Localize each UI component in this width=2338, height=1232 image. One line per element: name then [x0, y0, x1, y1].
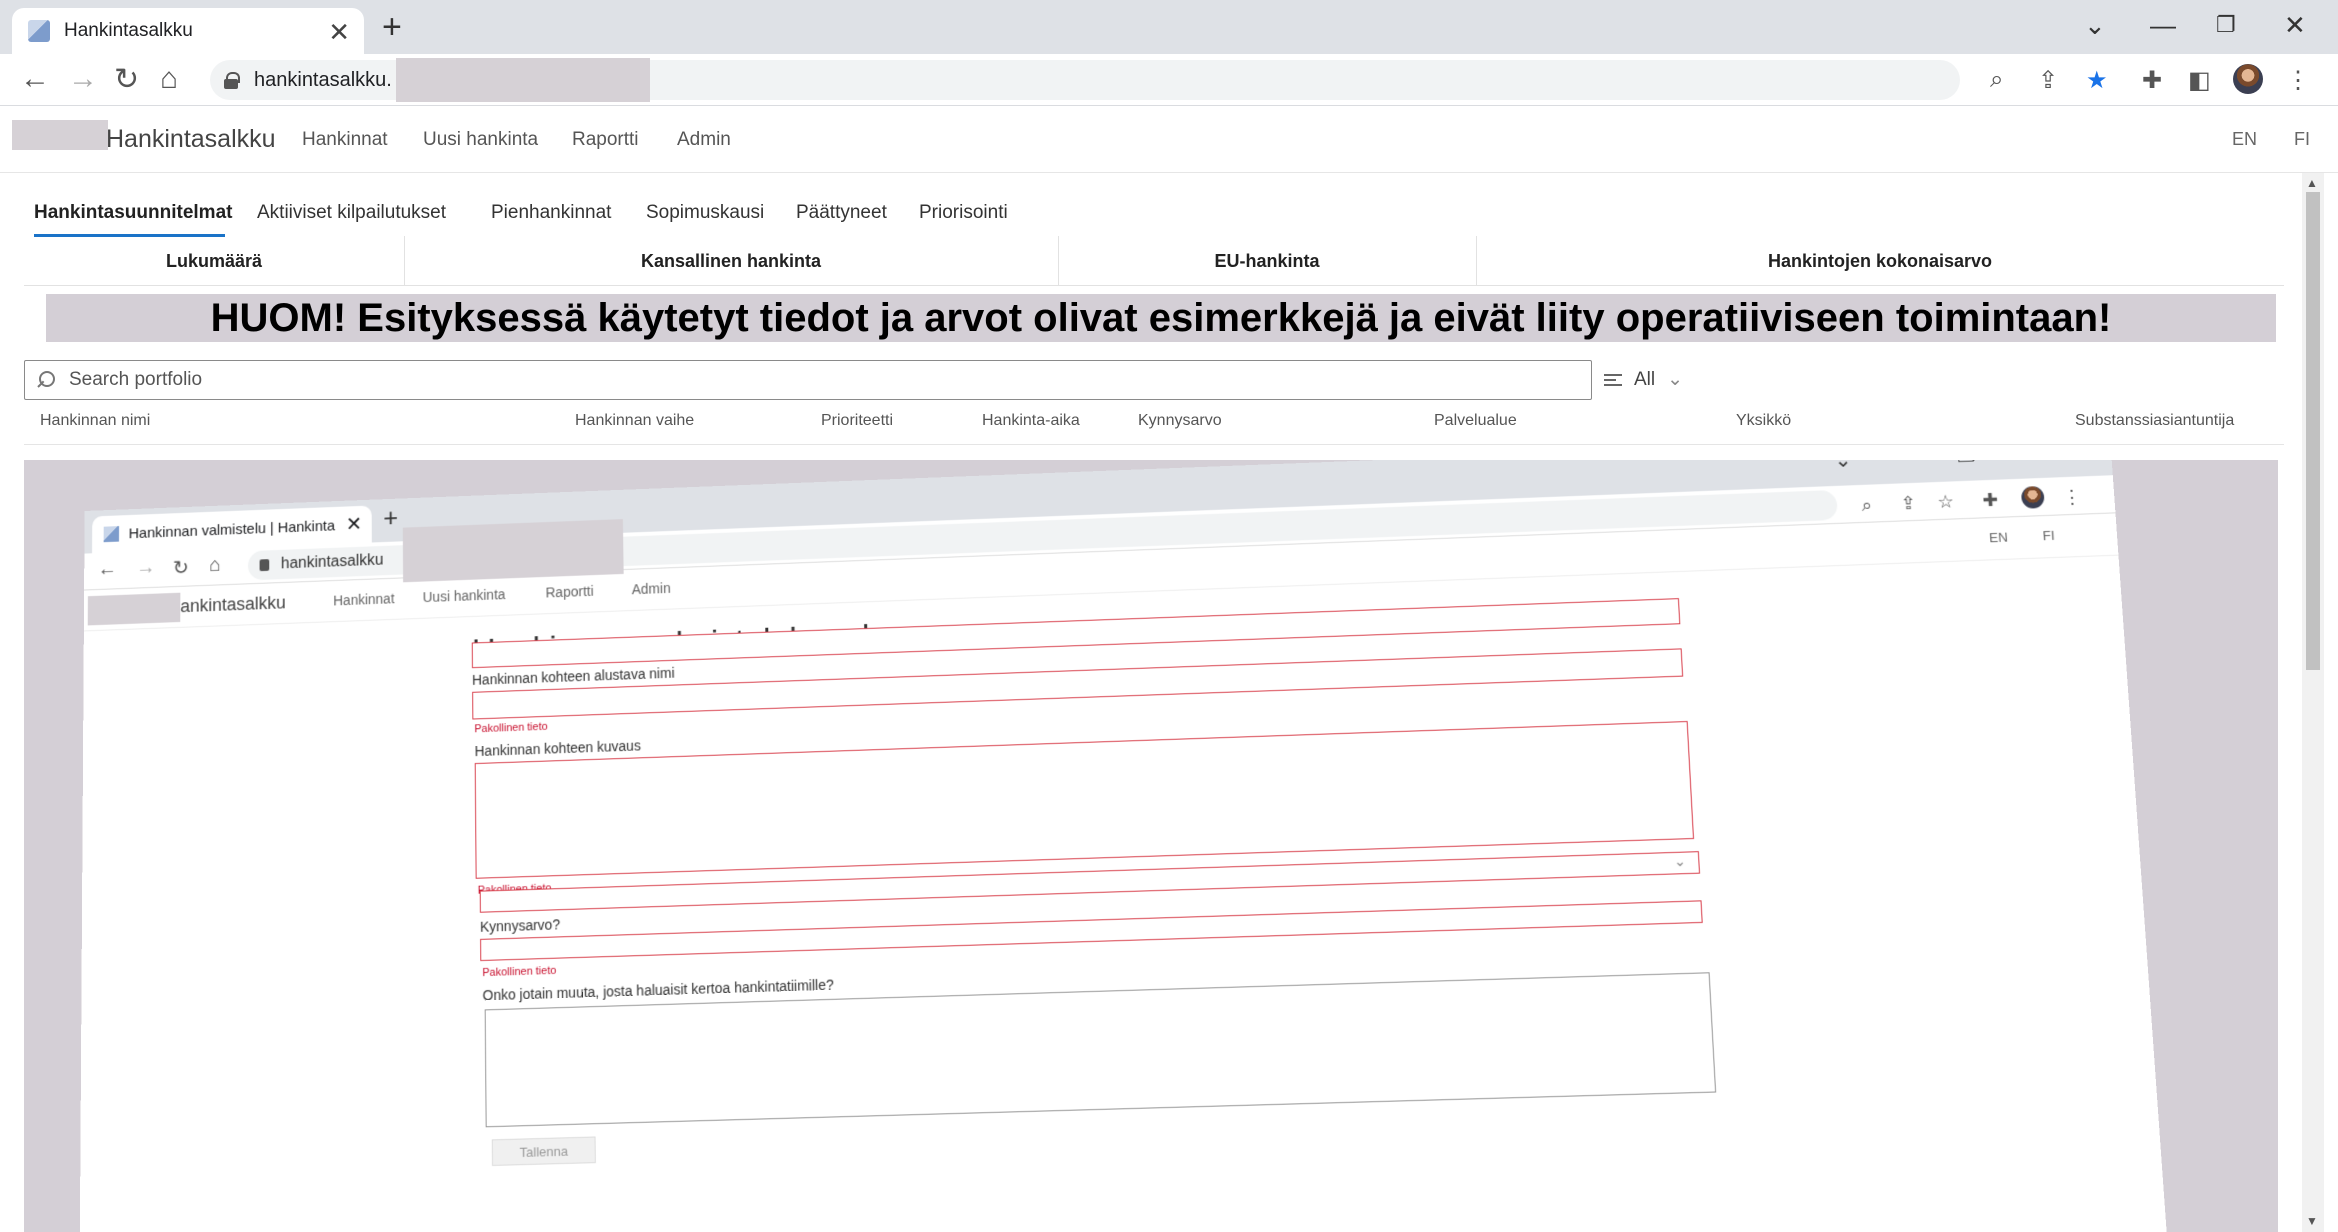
col-prioriteetti[interactable]: Prioriteetti: [821, 412, 893, 430]
bookmark-star-icon: ☆: [1936, 491, 1955, 513]
close-window-icon[interactable]: ✕: [2284, 10, 2306, 41]
back-icon[interactable]: ←: [20, 62, 50, 96]
embedded-nav-raportti: Raportti: [545, 582, 594, 601]
bookmark-star-icon[interactable]: ★: [2086, 66, 2108, 95]
restore-icon: ❐: [1956, 460, 1976, 468]
lang-en[interactable]: EN: [2232, 129, 2257, 150]
lock-icon: [259, 559, 270, 572]
browser-tab[interactable]: Hankintasalkku ✕: [12, 8, 364, 54]
col-hankinnan-vaihe[interactable]: Hankinnan vaihe: [575, 412, 694, 430]
zoom-icon[interactable]: ⌕: [1990, 66, 2003, 94]
tab-search-chevron-icon[interactable]: ⌄: [2084, 10, 2106, 41]
lock-icon: [224, 72, 240, 89]
filter-icon: [1604, 373, 1622, 386]
minimize-icon[interactable]: —: [2150, 10, 2176, 41]
new-tab-icon: +: [383, 502, 399, 533]
filter-dropdown[interactable]: All ⌄: [1604, 368, 1683, 391]
chevron-down-icon: ⌄: [1667, 369, 1684, 390]
embedded-address-url: hankintasalkku: [280, 551, 384, 573]
app-brand[interactable]: Hankintasalkku: [106, 125, 276, 154]
app-navbar: Hankintasalkku Hankinnat Uusi hankinta R…: [0, 107, 2338, 173]
kpi-lukumaara: Lukumäärä: [165, 250, 263, 271]
search-icon: [37, 371, 55, 389]
embedded-screenshot: Hankinnan valmistelu | Hankinta ✕ + ⌄ — …: [24, 460, 2278, 1232]
scroll-up-icon[interactable]: ▲: [2306, 176, 2318, 190]
close-tab-icon[interactable]: ✕: [328, 17, 350, 48]
forward-icon[interactable]: →: [68, 62, 98, 96]
chevron-down-icon: ⌄: [1673, 852, 1687, 870]
redacted-logo: [87, 592, 181, 626]
col-hankinta-aika[interactable]: Hankinta-aika: [982, 412, 1080, 430]
lang-fi[interactable]: FI: [2294, 129, 2310, 150]
embedded-tab-title: Hankinnan valmistelu | Hankinta: [128, 517, 335, 542]
zoom-icon: ⌕: [1861, 494, 1873, 515]
minimize-icon: —: [1895, 460, 1917, 469]
col-substanssiasiantuntija[interactable]: Substanssiasiantuntija: [2075, 412, 2234, 430]
menu-icon[interactable]: ⋮: [2286, 66, 2310, 95]
embedded-browser-window: Hankinnan valmistelu | Hankinta ✕ + ⌄ — …: [79, 460, 2167, 1232]
embedded-nav-hankinnat: Hankinnat: [333, 590, 395, 609]
col-hankinnan-nimi[interactable]: Hankinnan nimi: [40, 412, 150, 430]
browser-tab-bar: Hankintasalkku ✕ + ⌄ — ❐ ✕: [0, 0, 2338, 54]
home-icon: ⌂: [209, 554, 222, 577]
tab-hankintasuunnitelmat[interactable]: Hankintasuunnitelmat: [34, 202, 232, 224]
favicon-icon: [103, 526, 120, 543]
search-placeholder: Search portfolio: [69, 369, 203, 390]
nav-admin[interactable]: Admin: [677, 129, 731, 151]
nav-uusi-hankinta[interactable]: Uusi hankinta: [423, 129, 538, 151]
browser-tab-title: Hankintasalkku: [64, 20, 193, 41]
save-button: Tallenna: [491, 1136, 596, 1166]
embedded-lang-fi: FI: [2042, 527, 2056, 544]
tab-priorisointi[interactable]: Priorisointi: [919, 202, 1008, 224]
nav-raportti[interactable]: Raportti: [572, 129, 639, 151]
kpi-kokonaisarvo: Hankintojen kokonaisarvo: [1767, 250, 1993, 271]
extensions-icon[interactable]: ✚: [2142, 66, 2162, 95]
browser-toolbar: ← → ↻ ⌂ hankintasalkku. ⌕ ⇪ ★ ✚ ◧ ⋮: [0, 54, 2338, 106]
search-input[interactable]: Search portfolio: [24, 360, 1592, 400]
favicon-icon: [28, 20, 50, 42]
share-icon: ⇪: [1899, 492, 1917, 514]
threshold-label: Kynnysarvo?: [479, 916, 561, 935]
reload-icon[interactable]: ↻: [114, 62, 139, 97]
side-panel-icon[interactable]: ◧: [2188, 66, 2211, 95]
col-yksikko[interactable]: Yksikkö: [1736, 412, 1791, 430]
extensions-icon: ✚: [1981, 489, 1999, 511]
reload-icon: ↻: [172, 557, 189, 580]
redacted-url: [396, 58, 650, 102]
profile-avatar[interactable]: [2233, 64, 2263, 94]
share-icon[interactable]: ⇪: [2038, 66, 2058, 95]
kpi-kansallinen: Kansallinen hankinta: [640, 250, 822, 271]
scrollbar-thumb[interactable]: [2306, 192, 2320, 670]
tab-paattyneet[interactable]: Päättyneet: [796, 202, 887, 224]
close-window-icon: ✕: [2018, 460, 2037, 466]
embedded-brand: ankintasalkku: [180, 592, 286, 617]
scroll-down-icon[interactable]: ▼: [2306, 1214, 2318, 1228]
close-tab-icon: ✕: [345, 513, 363, 536]
forward-icon: →: [136, 556, 156, 579]
restore-icon[interactable]: ❐: [2216, 12, 2236, 38]
menu-icon: ⋮: [2062, 486, 2082, 508]
tab-search-chevron-icon: ⌄: [1833, 460, 1853, 472]
home-icon[interactable]: ⌂: [160, 62, 178, 96]
tab-pienhankinnat[interactable]: Pienhankinnat: [491, 202, 611, 224]
embedded-nav-uusi-hankinta: Uusi hankinta: [422, 586, 506, 606]
embedded-lang-en: EN: [1988, 529, 2009, 546]
back-icon: ←: [97, 558, 117, 581]
header-divider: [24, 444, 2284, 445]
redacted-logo: [12, 120, 108, 150]
kpi-eu: EU-hankinta: [1214, 250, 1320, 271]
embedded-nav-admin: Admin: [631, 580, 671, 598]
filter-label: All: [1634, 368, 1656, 390]
nav-hankinnat[interactable]: Hankinnat: [302, 129, 388, 151]
tab-aktiiviset-kilpailutukset[interactable]: Aktiiviset kilpailutukset: [257, 202, 446, 224]
col-palvelualue[interactable]: Palvelualue: [1434, 412, 1517, 430]
threshold-required-hint: Pakollinen tieto: [482, 964, 557, 980]
col-kynnysarvo[interactable]: Kynnysarvo: [1138, 412, 1222, 430]
address-url: hankintasalkku.: [254, 68, 392, 91]
new-tab-icon[interactable]: +: [382, 8, 402, 47]
tab-sopimuskausi[interactable]: Sopimuskausi: [646, 202, 764, 224]
kpi-row: Lukumäärä Kansallinen hankinta EU-hankin…: [24, 236, 2284, 286]
notice-banner: HUOM! Esityksessä käytetyt tiedot ja arv…: [46, 294, 2276, 342]
